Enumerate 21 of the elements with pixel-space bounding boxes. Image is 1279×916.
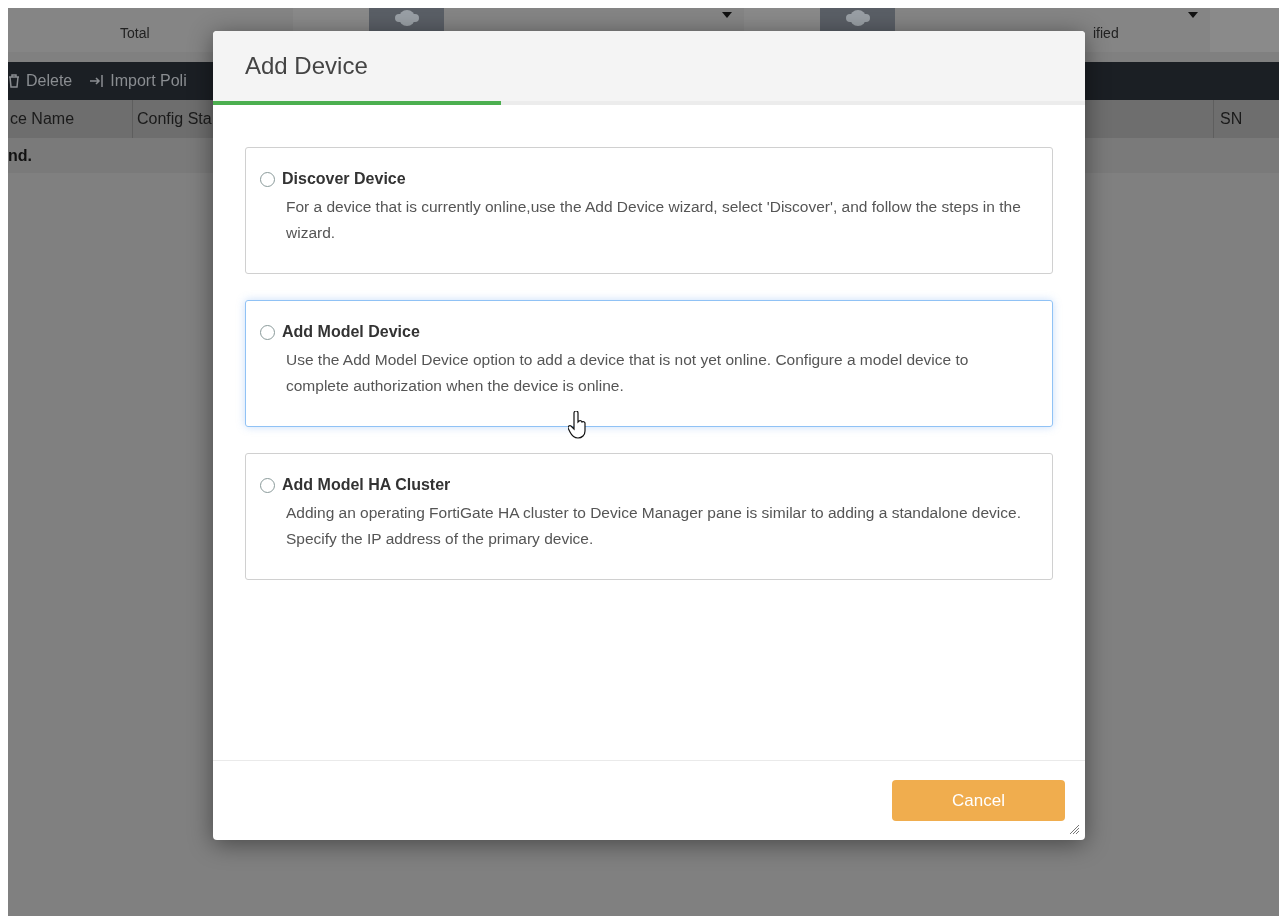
option-description: Use the Add Model Device option to add a device that is not yet online. Configure a model device to complete authorization when the device is online. — [286, 350, 970, 396]
option-title: Add Model HA Cluster — [282, 475, 451, 495]
toolbar-button[interactable]: Import Poli — [90, 69, 187, 93]
toolbar-button[interactable]: Delete — [8, 69, 73, 93]
import-icon — [90, 75, 105, 87]
hand-cursor-icon — [568, 411, 588, 439]
option-card[interactable]: Add Model HA Cluster Adding an operating FortiGate HA cluster to Device Manager pane is similar to adding a standalone device. Specify the IP address of the primary device. — [245, 453, 1053, 580]
radio-button[interactable] — [260, 324, 275, 340]
option-card[interactable]: Discover Device For a device that is currently online,use the Add Device wizard, select 'Discover', and follow the steps in the wizard. — [245, 147, 1053, 274]
resize-handle-icon[interactable] — [1070, 825, 1079, 834]
option-description: For a device that is currently online,use the Add Device wizard, select 'Discover', and follow the steps in the wizard. — [286, 197, 1022, 243]
summary-label: ified — [1093, 24, 1119, 43]
option-title: Discover Device — [282, 169, 406, 189]
summary-label: Total — [120, 24, 150, 43]
table-cell-text: nd. — [8, 145, 32, 166]
radio-button[interactable] — [260, 171, 275, 187]
trash-icon — [8, 74, 20, 88]
dialog-title: Add Device — [245, 51, 368, 81]
option-description: Adding an operating FortiGate HA cluster to Device Manager pane is similar to adding a standalone device. Specify the IP address of the primary device. — [286, 503, 1022, 549]
radio-button[interactable] — [260, 477, 275, 493]
option-title: Add Model Device — [282, 322, 420, 342]
